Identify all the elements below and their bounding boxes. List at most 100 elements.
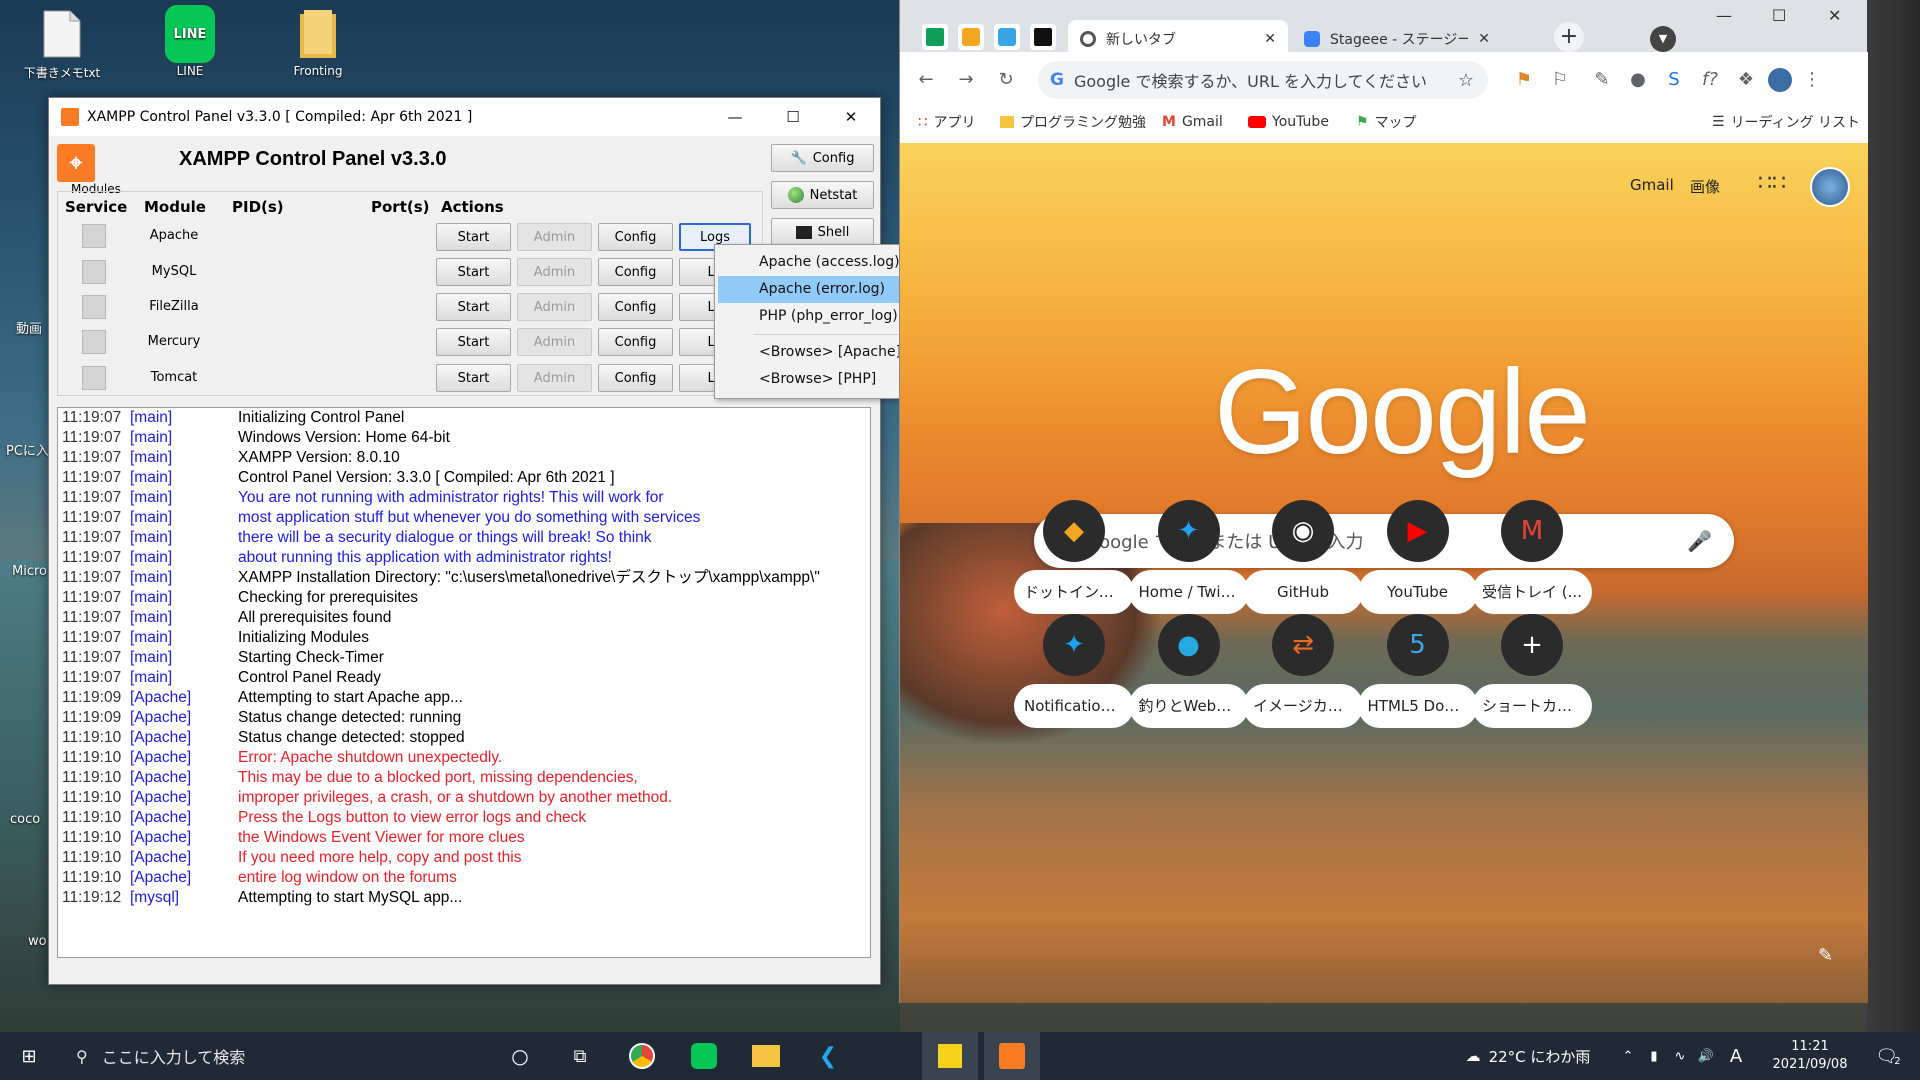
bookmark-youtube[interactable]: YouTube [1248, 110, 1329, 134]
tab-close-icon[interactable]: ✕ [1264, 31, 1276, 47]
show-hidden-icons-chevron[interactable]: ⌃ [1618, 1032, 1638, 1080]
bookmark-programming[interactable]: プログラミング勉強 [1000, 110, 1146, 134]
taskbar-vscode[interactable]: ❮ [808, 1032, 848, 1080]
ntp-profile-avatar[interactable] [1810, 167, 1850, 207]
shortcut-tile[interactable]: ● 釣りとWeb制... [1128, 614, 1249, 728]
shortcut-tile[interactable]: ▶ YouTube [1357, 500, 1478, 614]
config-button[interactable]: Config [598, 328, 673, 356]
eyedropper-icon[interactable]: ✎ [1590, 68, 1614, 92]
google-apps-grid-icon[interactable]: ∷∷ [1758, 171, 1786, 196]
taskbar-line[interactable] [684, 1032, 724, 1080]
ntp-link-images[interactable]: 画像 [1690, 176, 1720, 197]
start-button[interactable]: ⊞ [0, 1032, 58, 1080]
start-button[interactable]: Start [436, 293, 511, 321]
taskbar-search[interactable]: ⚲ ここに入力して検索 [58, 1032, 488, 1080]
start-button[interactable]: Start [436, 223, 511, 251]
forward-button[interactable]: → [954, 68, 978, 92]
shell-button[interactable]: Shell [771, 218, 874, 246]
shortcut-tile[interactable]: 5 HTML5 Doctor [1357, 614, 1478, 728]
extension-icon[interactable]: S [1662, 68, 1686, 92]
desktop-icon-folder[interactable]: Fronting [278, 8, 358, 78]
weather-widget[interactable]: ☁ 22°C にわか雨 [1448, 1032, 1608, 1080]
service-checkbox[interactable] [82, 366, 106, 390]
admin-button[interactable]: Admin [517, 364, 592, 392]
service-checkbox[interactable] [82, 224, 106, 248]
config-button[interactable]: Config [598, 293, 673, 321]
volume-icon[interactable]: 🔊 [1694, 1032, 1718, 1080]
bookmark-maps[interactable]: ⚑ マップ [1356, 110, 1417, 134]
desktop-icon-line[interactable]: LINE LINE [150, 5, 230, 78]
config-button[interactable]: Config [598, 258, 673, 286]
admin-button[interactable]: Admin [517, 293, 592, 321]
back-button[interactable]: ← [914, 68, 938, 92]
ntp-link-gmail[interactable]: Gmail [1630, 176, 1674, 194]
reading-list-button[interactable]: ☰ リーディング リスト [1712, 110, 1860, 134]
close-button[interactable]: ✕ [1828, 6, 1841, 25]
extension-icon[interactable]: ● [1626, 68, 1650, 92]
log-time: 11:19:07 [62, 449, 122, 466]
maximize-button[interactable]: ☐ [1772, 6, 1786, 25]
clock[interactable]: 11:21 2021/09/08 [1760, 1032, 1860, 1080]
config-button[interactable]: Config [598, 223, 673, 251]
menu-kebab-icon[interactable]: ⋮ [1800, 68, 1824, 92]
cortana-icon[interactable]: ○ [500, 1032, 540, 1080]
tab-search-button[interactable]: ▼ [1650, 26, 1676, 52]
shortcut-tile[interactable]: ⇄ イメージカラ... [1243, 614, 1363, 728]
minimize-button[interactable]: — [1716, 6, 1732, 25]
taskbar-chrome[interactable] [622, 1032, 662, 1080]
reload-button[interactable]: ↻ [994, 68, 1018, 92]
bookmark-apps[interactable]: ∷ アプリ [918, 110, 976, 134]
task-view-icon[interactable]: ⧉ [560, 1032, 600, 1080]
admin-button[interactable]: Admin [517, 223, 592, 251]
pinned-tab-sheets[interactable] [922, 24, 948, 50]
admin-button[interactable]: Admin [517, 328, 592, 356]
xampp-titlebar[interactable]: XAMPP Control Panel v3.3.0 [ Compiled: A… [49, 98, 880, 136]
omnibox[interactable]: G Google で検索するか、URL を入力してください ☆ [1038, 61, 1488, 99]
netstat-button[interactable]: Netstat [771, 181, 874, 209]
ime-indicator[interactable]: A [1724, 1032, 1748, 1080]
tab-close-icon[interactable]: ✕ [1478, 31, 1490, 47]
taskbar-sticky-notes[interactable] [922, 1032, 978, 1080]
desktop-icon-text-file[interactable]: 下書きメモtxt [22, 8, 102, 81]
shortcut-tile[interactable]: ✦ Notifications ... [1014, 614, 1134, 728]
shortcut-tile[interactable]: + ショートカッ... [1472, 614, 1592, 728]
battery-icon[interactable]: ▮ [1642, 1032, 1666, 1080]
pinned-tab-notion[interactable] [1030, 24, 1056, 50]
bookmark-gmail[interactable]: M Gmail [1162, 110, 1223, 134]
minimize-button[interactable]: — [706, 98, 764, 136]
customize-pencil-icon[interactable]: ✎ [1818, 945, 1833, 966]
profile-avatar[interactable] [1768, 68, 1792, 92]
start-button[interactable]: Start [436, 364, 511, 392]
voice-search-mic-icon[interactable]: 🎤 [1687, 529, 1712, 553]
taskbar-file-explorer[interactable] [746, 1032, 786, 1080]
taskbar-xampp[interactable] [984, 1032, 1040, 1080]
shortcut-tile[interactable]: ✦ Home / Twitter [1128, 500, 1249, 614]
bookmark-star-icon[interactable]: ☆ [1458, 70, 1474, 91]
shortcut-label: HTML5 Doctor [1357, 684, 1478, 728]
log-line: 11:19:07 [main] You are not running with a… [58, 488, 870, 508]
extensions-puzzle-icon[interactable]: ❖ [1734, 68, 1758, 92]
admin-button[interactable]: Admin [517, 258, 592, 286]
shortcut-tile[interactable]: M 受信トレイ (... [1472, 500, 1592, 614]
start-button[interactable]: Start [436, 258, 511, 286]
new-tab-button[interactable]: + [1554, 22, 1584, 52]
action-center-icon[interactable]: 🗨 2 [1866, 1032, 1910, 1080]
extension-bookmark-icon[interactable]: ⚐ [1548, 68, 1572, 92]
maximize-button[interactable]: ☐ [764, 98, 822, 136]
service-checkbox[interactable] [82, 330, 106, 354]
shortcut-tile[interactable]: ◉ GitHub [1243, 500, 1363, 614]
service-checkbox[interactable] [82, 260, 106, 284]
service-checkbox[interactable] [82, 295, 106, 319]
extension-icon[interactable]: ⚑ [1512, 68, 1536, 92]
log-output[interactable]: 11:19:07 [main] Initializing Control Panel… [57, 407, 871, 958]
function-icon[interactable]: f? [1698, 68, 1722, 92]
config-button[interactable]: Config [598, 364, 673, 392]
start-button[interactable]: Start [436, 328, 511, 356]
log-line: 11:19:10 [Apache] Press the Logs button to… [58, 808, 870, 828]
pinned-tab-html5doctor[interactable] [994, 24, 1020, 50]
wifi-icon[interactable]: ∿ [1668, 1032, 1692, 1080]
close-button[interactable]: ✕ [822, 98, 880, 136]
shortcut-tile[interactable]: ◆ ドットインス... [1014, 500, 1134, 614]
config-side-button[interactable]: 🔧 Config [771, 144, 874, 172]
pinned-tab-dotinstall[interactable] [958, 24, 984, 50]
